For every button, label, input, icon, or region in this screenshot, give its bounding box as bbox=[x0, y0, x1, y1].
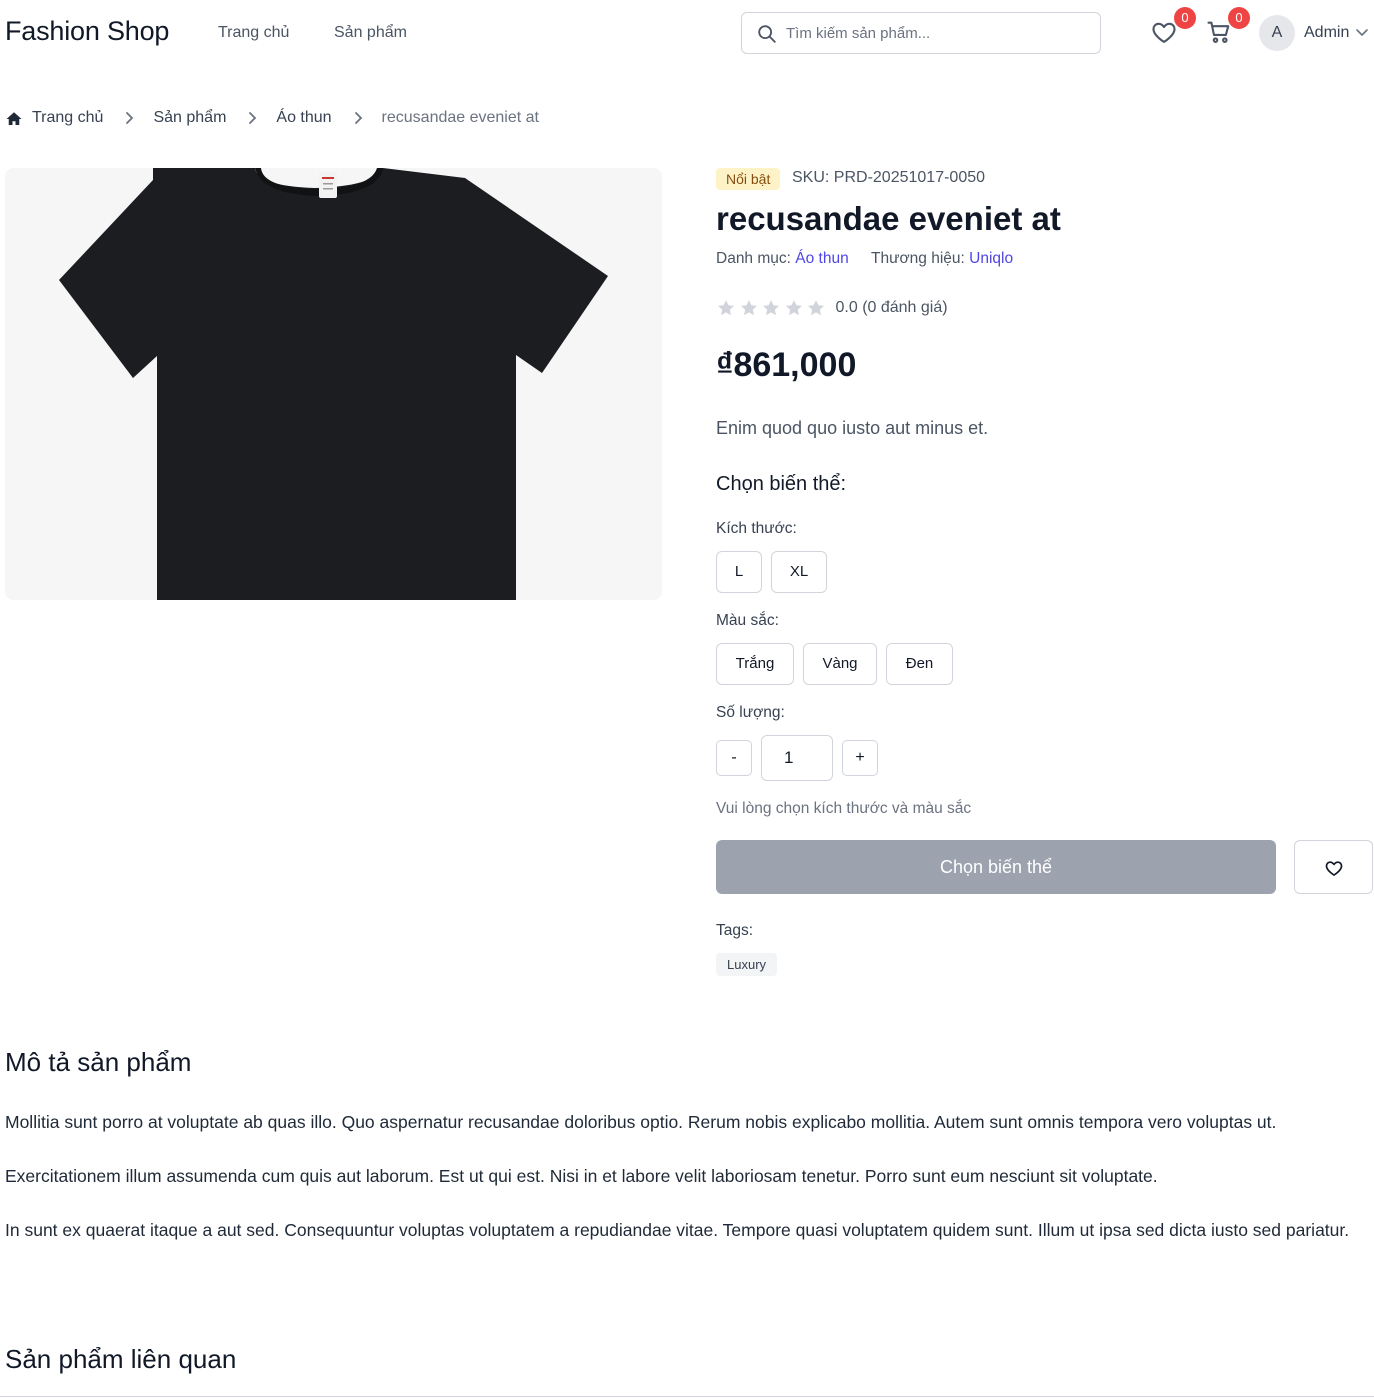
site-header: Fashion Shop Trang chủ Sản phẩm 0 0 A Ad… bbox=[0, 0, 1374, 66]
heart-icon bbox=[1152, 22, 1176, 43]
quantity-increase-button[interactable]: + bbox=[842, 740, 878, 776]
description-paragraph: In sunt ex quaerat itaque a aut sed. Con… bbox=[5, 1220, 1350, 1240]
divider bbox=[0, 1396, 1374, 1397]
quantity-decrease-button[interactable]: - bbox=[716, 740, 752, 776]
add-to-cart-button[interactable]: Chọn biến thể bbox=[716, 840, 1276, 894]
breadcrumb-products[interactable]: Sản phẩm bbox=[153, 109, 226, 127]
star-icon bbox=[717, 300, 735, 316]
color-option-white[interactable]: Trắng bbox=[716, 643, 794, 685]
size-option-l[interactable]: L bbox=[716, 551, 762, 593]
user-name[interactable]: Admin bbox=[1304, 24, 1349, 42]
brand-label: Thương hiệu: bbox=[871, 250, 965, 267]
tshirt-image bbox=[59, 168, 608, 600]
breadcrumb-home[interactable]: Trang chủ bbox=[5, 108, 103, 128]
quantity-label: Số lượng: bbox=[716, 704, 785, 721]
wishlist-count-badge: 0 bbox=[1174, 7, 1196, 29]
color-option-black[interactable]: Đen bbox=[886, 643, 953, 685]
description-title: Mô tả sản phẩm bbox=[5, 1047, 192, 1077]
nav-link-products[interactable]: Sản phẩm bbox=[334, 24, 407, 42]
add-to-wishlist-button[interactable] bbox=[1294, 840, 1373, 894]
variant-heading: Chọn biến thể: bbox=[716, 473, 847, 495]
color-label: Màu sắc: bbox=[716, 612, 779, 629]
tag-luxury[interactable]: Luxury bbox=[716, 953, 778, 976]
breadcrumb: Trang chủ Sản phẩm Áo thun recusandae ev… bbox=[5, 106, 539, 130]
product-rating: 0.0 (0 đánh giá) bbox=[716, 298, 948, 318]
cart-count-badge: 0 bbox=[1228, 7, 1250, 29]
size-option-xl[interactable]: XL bbox=[771, 551, 827, 593]
star-icon bbox=[740, 300, 757, 316]
description-paragraph: Mollitia sunt porro at voluptate ab quas… bbox=[5, 1112, 1277, 1132]
rating-text: 0.0 (0 đánh giá) bbox=[835, 299, 948, 316]
description-paragraph: Exercitationem illum assumenda cum quis … bbox=[5, 1166, 1158, 1186]
search-box bbox=[741, 12, 1101, 54]
product-title: recusandae eveniet at bbox=[716, 200, 1061, 237]
nav-link-home[interactable]: Trang chủ bbox=[218, 24, 289, 42]
chevron-right-icon bbox=[126, 112, 134, 124]
breadcrumb-current: recusandae eveniet at bbox=[381, 109, 539, 126]
star-icon bbox=[785, 300, 802, 316]
featured-badge: Nổi bật bbox=[716, 168, 781, 190]
search-icon bbox=[758, 25, 776, 43]
variant-hint: Vui lòng chọn kích thước và màu sắc bbox=[716, 800, 972, 817]
search-input[interactable] bbox=[786, 21, 1086, 45]
star-icon bbox=[807, 300, 825, 316]
star-icon bbox=[762, 300, 780, 316]
site-logo[interactable]: Fashion Shop bbox=[5, 16, 169, 47]
breadcrumb-category[interactable]: Áo thun bbox=[276, 109, 331, 127]
category-link[interactable]: Áo thun bbox=[795, 250, 848, 267]
size-label: Kích thước: bbox=[716, 520, 797, 537]
short-description: Enim quod quo iusto aut minus et. bbox=[716, 418, 989, 438]
product-image[interactable] bbox=[5, 168, 662, 600]
product-meta: Danh mục: Áo thun Thương hiệu: Uniqlo bbox=[716, 250, 1013, 268]
quantity-input[interactable] bbox=[761, 735, 833, 781]
category-label: Danh mục: bbox=[716, 250, 791, 267]
tags-label: Tags: bbox=[716, 922, 754, 939]
breadcrumb-home-label: Trang chủ bbox=[32, 109, 104, 126]
brand-link[interactable]: Uniqlo bbox=[969, 250, 1013, 267]
avatar[interactable]: A bbox=[1259, 15, 1295, 51]
related-products-title: Sản phẩm liên quan bbox=[5, 1344, 237, 1374]
product-price: ₫861,000 bbox=[716, 346, 857, 384]
home-icon bbox=[6, 112, 22, 125]
product-sku: SKU: PRD-20251017-0050 bbox=[792, 169, 986, 186]
chevron-right-icon bbox=[354, 112, 362, 124]
chevron-right-icon bbox=[249, 112, 257, 124]
heart-icon bbox=[1325, 861, 1343, 876]
chevron-down-icon[interactable] bbox=[1355, 27, 1369, 39]
color-option-yellow[interactable]: Vàng bbox=[803, 643, 877, 685]
